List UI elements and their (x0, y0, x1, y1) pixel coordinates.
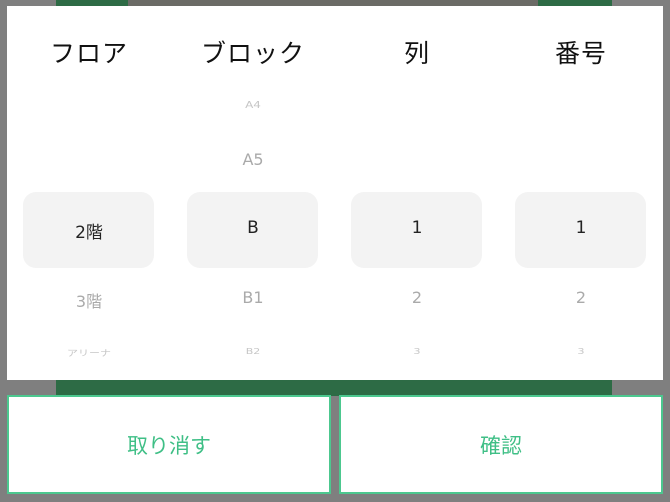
confirm-button-label: 確認 (480, 433, 522, 458)
floor-selected-value[interactable]: 2階 (7, 218, 171, 243)
picker-option[interactable]: B1 (171, 288, 335, 307)
block-column[interactable]: ブロック A4 A5 B B1 B2 (171, 6, 335, 380)
cancel-button[interactable]: 取り消す (7, 395, 331, 494)
picker-option[interactable]: A4 (171, 99, 335, 110)
row-selected-value[interactable]: 1 (335, 218, 499, 238)
picker-option[interactable]: 3 (335, 347, 499, 357)
picker-option[interactable]: 3 (499, 347, 663, 357)
seat-number-selected-value[interactable]: 1 (499, 218, 663, 238)
background-banner-bottom (56, 380, 612, 396)
confirm-button[interactable]: 確認 (339, 395, 663, 494)
row-column[interactable]: 列 1 2 3 (335, 6, 499, 380)
floor-header: フロア (49, 39, 128, 68)
picker-option[interactable]: A5 (171, 150, 335, 169)
picker-option[interactable]: アリーナ (7, 347, 171, 359)
seat-number-header: 番号 (554, 39, 607, 68)
picker-option[interactable]: 2 (335, 288, 499, 307)
seat-number-column[interactable]: 番号 1 2 3 (499, 6, 663, 380)
block-selected-value[interactable]: B (171, 218, 335, 238)
cancel-button-label: 取り消す (127, 433, 211, 458)
picker-option[interactable]: 2 (499, 288, 663, 307)
block-header: ブロック (200, 39, 305, 68)
floor-column[interactable]: フロア 2階 3階 アリーナ (7, 6, 171, 380)
picker-option[interactable]: B2 (171, 347, 335, 357)
row-header: 列 (403, 39, 430, 68)
picker-option[interactable]: 3階 (7, 288, 171, 312)
seat-picker-panel: フロア 2階 3階 アリーナ ブロック A4 A5 B B1 B2 列 1 2 … (7, 6, 663, 380)
